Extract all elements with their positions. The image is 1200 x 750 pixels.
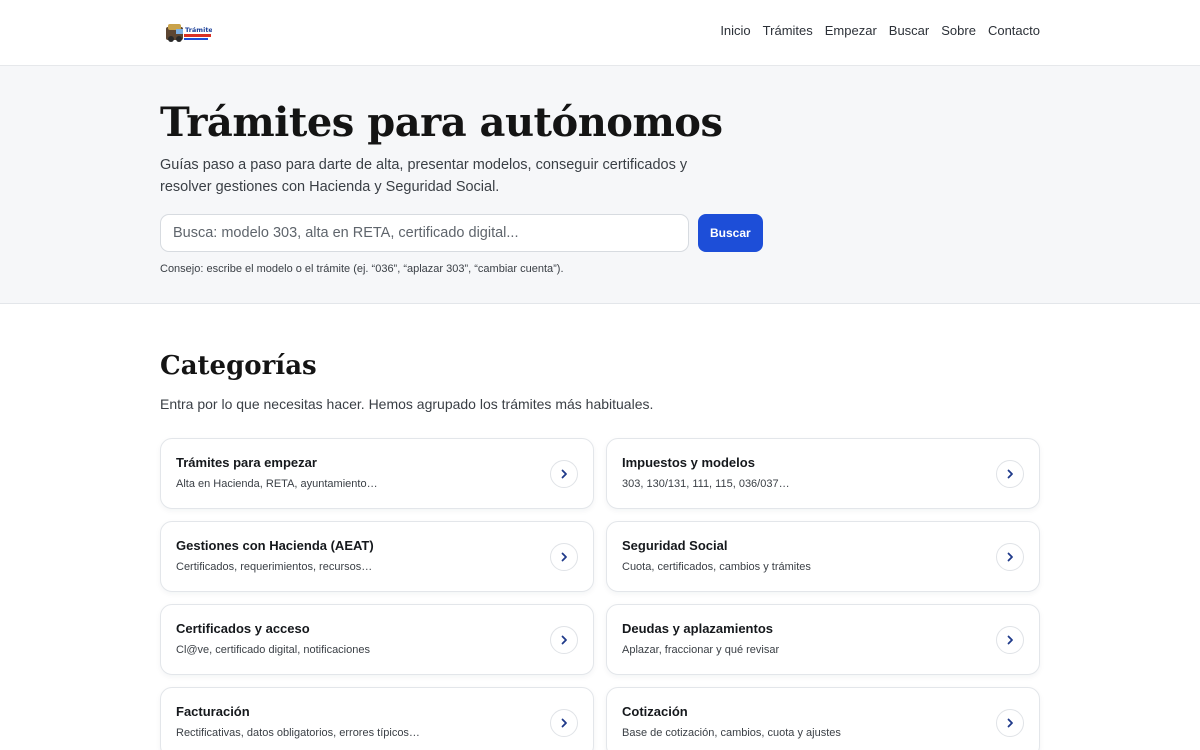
categories-section: Categorías Entra por lo que necesitas ha…: [0, 304, 1200, 750]
nav-tramites[interactable]: Trámites: [763, 23, 813, 38]
chevron-right-icon[interactable]: [996, 543, 1024, 571]
svg-text:Trámites: Trámites: [185, 26, 212, 34]
categories-title: Categorías: [160, 351, 317, 381]
category-desc: Certificados, requerimientos, recursos…: [176, 561, 373, 573]
category-title: Deudas y aplazamientos: [622, 621, 773, 636]
category-desc: Cl@ve, certificado digital, notificacion…: [176, 644, 370, 656]
nav-inicio[interactable]: Inicio: [720, 23, 750, 38]
nav-buscar[interactable]: Buscar: [889, 23, 929, 38]
search-input[interactable]: [160, 214, 689, 252]
page-title: Trámites para autónomos: [160, 99, 723, 146]
category-title: Impuestos y modelos: [622, 455, 755, 470]
category-title: Facturación: [176, 704, 250, 719]
category-desc: Alta en Hacienda, RETA, ayuntamiento…: [176, 478, 378, 490]
hero-section: Trámites para autónomos Guías paso a pas…: [0, 66, 1200, 304]
category-card-deudas-aplazamientos[interactable]: Deudas y aplazamientos Aplazar, fraccion…: [606, 604, 1040, 675]
nav-sobre[interactable]: Sobre: [941, 23, 976, 38]
categories-subtitle: Entra por lo que necesitas hacer. Hemos …: [160, 396, 654, 412]
nav-empezar[interactable]: Empezar: [825, 23, 877, 38]
category-card-impuestos-modelos[interactable]: Impuestos y modelos 303, 130/131, 111, 1…: [606, 438, 1040, 509]
chevron-right-icon[interactable]: [996, 460, 1024, 488]
category-desc: Base de cotización, cambios, cuota y aju…: [622, 727, 841, 739]
chevron-right-icon[interactable]: [996, 626, 1024, 654]
site-logo[interactable]: Trámites: [164, 21, 217, 43]
category-card-cotizacion[interactable]: Cotización Base de cotización, cambios, …: [606, 687, 1040, 750]
category-desc: Rectificativas, datos obligatorios, erro…: [176, 727, 420, 739]
category-title: Certificados y acceso: [176, 621, 310, 636]
category-title: Seguridad Social: [622, 538, 728, 553]
category-card-seguridad-social[interactable]: Seguridad Social Cuota, certificados, ca…: [606, 521, 1040, 592]
chevron-right-icon[interactable]: [996, 709, 1024, 737]
search-form: Buscar: [160, 214, 780, 252]
search-button[interactable]: Buscar: [698, 214, 763, 252]
chevron-right-icon[interactable]: [550, 626, 578, 654]
nav-contacto[interactable]: Contacto: [988, 23, 1040, 38]
category-desc: Aplazar, fraccionar y qué revisar: [622, 644, 780, 656]
chevron-right-icon[interactable]: [550, 460, 578, 488]
hero-content: Trámites para autónomos Guías paso a pas…: [160, 98, 780, 275]
chevron-right-icon[interactable]: [550, 709, 578, 737]
category-card-gestiones-hacienda[interactable]: Gestiones con Hacienda (AEAT) Certificad…: [160, 521, 594, 592]
category-card-facturacion[interactable]: Facturación Rectificativas, datos obliga…: [160, 687, 594, 750]
category-title: Gestiones con Hacienda (AEAT): [176, 538, 374, 553]
category-card-tramites-empezar[interactable]: Trámites para empezar Alta en Hacienda, …: [160, 438, 594, 509]
category-title: Trámites para empezar: [176, 455, 317, 470]
hero-subtitle: Guías paso a paso para darte de alta, pr…: [160, 157, 688, 195]
main-nav: Inicio Trámites Empezar Buscar Sobre Con…: [720, 23, 1040, 38]
search-hint: Consejo: escribe el modelo o el trámite …: [160, 263, 564, 275]
category-title: Cotización: [622, 704, 688, 719]
category-desc: Cuota, certificados, cambios y trámites: [622, 561, 811, 573]
chevron-right-icon[interactable]: [550, 543, 578, 571]
categories-grid: Trámites para empezar Alta en Hacienda, …: [160, 438, 1040, 750]
category-card-certificados-acceso[interactable]: Certificados y acceso Cl@ve, certificado…: [160, 604, 594, 675]
site-header: Trámites Inicio Trámites Empezar Buscar …: [0, 0, 1200, 66]
tramites-logo-icon: Trámites: [166, 24, 217, 42]
category-desc: 303, 130/131, 111, 115, 036/037…: [622, 478, 790, 490]
